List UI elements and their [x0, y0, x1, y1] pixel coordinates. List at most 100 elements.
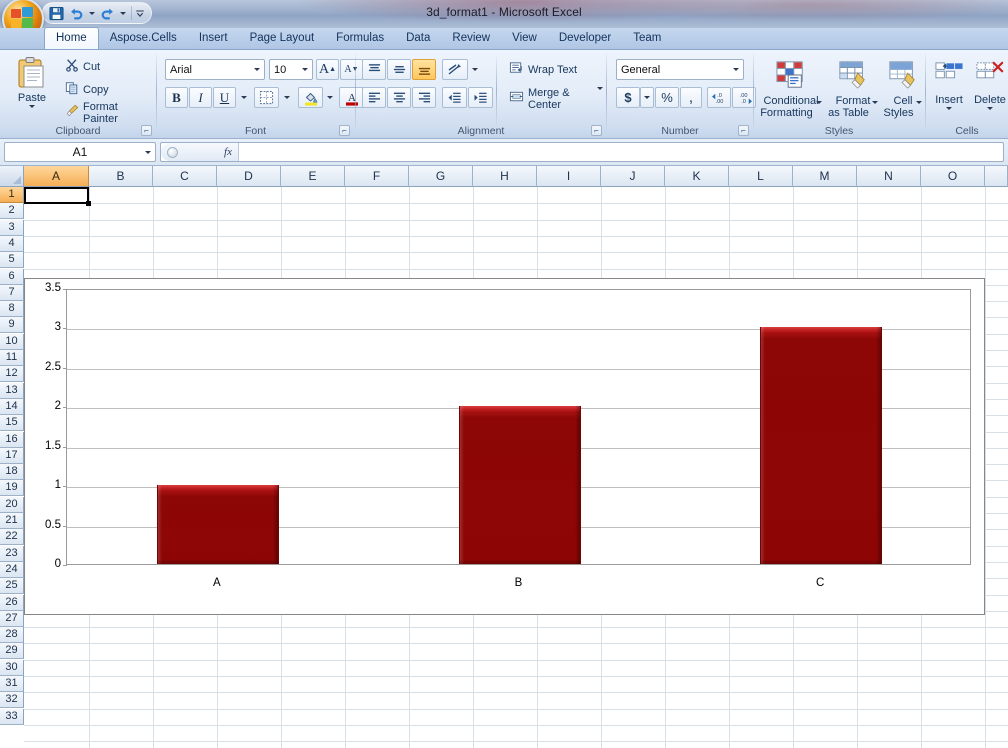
delete-cells-button[interactable]: Delete: [970, 56, 1008, 122]
fill-color-dropdown-arrow-icon[interactable]: [324, 87, 336, 108]
row-header-23[interactable]: 23: [0, 545, 24, 562]
row-header-26[interactable]: 26: [0, 594, 24, 611]
column-header-d[interactable]: D: [217, 166, 281, 187]
align-bottom-button[interactable]: [412, 59, 436, 80]
row-header-33[interactable]: 33: [0, 708, 24, 725]
row-header-8[interactable]: 8: [0, 301, 24, 318]
column-header-i[interactable]: I: [537, 166, 601, 187]
percent-button[interactable]: %: [655, 87, 679, 108]
row-header-28[interactable]: 28: [0, 627, 24, 644]
tab-formulas[interactable]: Formulas: [325, 28, 395, 49]
row-header-7[interactable]: 7: [0, 284, 24, 301]
borders-button[interactable]: [254, 87, 279, 108]
font-dialog-launcher-icon[interactable]: ⌐: [339, 125, 350, 136]
row-header-14[interactable]: 14: [0, 398, 24, 415]
row-header-27[interactable]: 27: [0, 610, 24, 627]
customize-qat-icon[interactable]: [135, 4, 145, 22]
row-header-21[interactable]: 21: [0, 513, 24, 529]
row-header-32[interactable]: 32: [0, 692, 24, 709]
row-header-13[interactable]: 13: [0, 382, 24, 399]
tab-team[interactable]: Team: [622, 28, 672, 49]
row-header-15[interactable]: 15: [0, 415, 24, 432]
conditional-formatting-dropdown-arrow-icon[interactable]: [815, 101, 822, 121]
row-header-9[interactable]: 9: [0, 317, 24, 334]
align-top-button[interactable]: [362, 59, 386, 80]
row-header-6[interactable]: 6: [0, 268, 24, 285]
font-name-dropdown-arrow-icon[interactable]: [249, 60, 264, 79]
chart-plot-area[interactable]: [66, 289, 971, 565]
align-middle-button[interactable]: [387, 59, 411, 80]
tab-developer[interactable]: Developer: [548, 28, 622, 49]
column-header-e[interactable]: E: [281, 166, 345, 187]
row-header-11[interactable]: 11: [0, 350, 24, 366]
comma-style-button[interactable]: ,: [680, 87, 702, 108]
save-icon[interactable]: [47, 4, 66, 22]
wrap-text-button[interactable]: Wrap Text: [506, 61, 602, 79]
column-header-f[interactable]: F: [345, 166, 409, 187]
row-header-10[interactable]: 10: [0, 333, 24, 350]
bold-button[interactable]: B: [165, 87, 188, 108]
currency-button[interactable]: $: [616, 87, 640, 108]
tab-home[interactable]: Home: [44, 27, 99, 49]
row-header-3[interactable]: 3: [0, 219, 24, 236]
paste-button[interactable]: Paste: [6, 54, 58, 128]
column-header-l[interactable]: L: [729, 166, 793, 187]
alignment-dialog-launcher-icon[interactable]: ⌐: [591, 125, 602, 136]
column-header-n[interactable]: N: [857, 166, 921, 187]
conditional-formatting-button[interactable]: Conditional Formatting: [758, 56, 824, 122]
insert-cells-dropdown-arrow-icon[interactable]: [930, 107, 968, 110]
redo-icon[interactable]: [98, 4, 117, 22]
chart-bar-c[interactable]: [760, 327, 882, 564]
merge-center-dropdown-arrow-icon[interactable]: [597, 87, 603, 108]
cell-styles-button[interactable]: Cell Styles: [881, 56, 925, 122]
orientation-button[interactable]: [442, 59, 468, 80]
increase-indent-button[interactable]: [468, 87, 493, 108]
tab-review[interactable]: Review: [441, 28, 501, 49]
row-header-16[interactable]: 16: [0, 431, 24, 448]
column-header-j[interactable]: J: [601, 166, 665, 187]
row-header-22[interactable]: 22: [0, 529, 24, 546]
column-header-o[interactable]: O: [921, 166, 985, 187]
undo-dropdown-arrow-icon[interactable]: [87, 4, 97, 22]
row-header-5[interactable]: 5: [0, 252, 24, 269]
font-size-dropdown-arrow-icon[interactable]: [297, 60, 312, 79]
formula-input[interactable]: fx: [160, 142, 1004, 162]
column-header-m[interactable]: M: [793, 166, 857, 187]
grow-font-button[interactable]: A ▲: [316, 59, 339, 80]
active-cell-selection[interactable]: [24, 187, 91, 206]
tab-data[interactable]: Data: [395, 28, 441, 49]
row-header-20[interactable]: 20: [0, 496, 24, 513]
row-header-19[interactable]: 19: [0, 480, 24, 497]
increase-decimal-button[interactable]: .0 .00: [707, 87, 731, 108]
format-as-table-button[interactable]: Format as Table: [826, 56, 880, 122]
orientation-dropdown-arrow-icon[interactable]: [469, 59, 481, 80]
insert-cells-button[interactable]: Insert: [929, 56, 969, 122]
tab-aspose-cells[interactable]: Aspose.Cells: [99, 28, 188, 49]
cell-styles-dropdown-arrow-icon[interactable]: [916, 101, 923, 121]
column-header-b[interactable]: B: [89, 166, 153, 187]
column-header-g[interactable]: G: [409, 166, 473, 187]
currency-dropdown-arrow-icon[interactable]: [640, 87, 654, 108]
align-right-button[interactable]: [412, 87, 436, 108]
row-header-29[interactable]: 29: [0, 643, 24, 660]
underline-dropdown-arrow-icon[interactable]: [237, 87, 250, 108]
tab-page-layout[interactable]: Page Layout: [239, 28, 326, 49]
clipboard-dialog-launcher-icon[interactable]: ⌐: [141, 125, 152, 136]
row-header-2[interactable]: 2: [0, 203, 24, 220]
select-all-corner[interactable]: [0, 166, 24, 187]
row-header-24[interactable]: 24: [0, 561, 24, 578]
number-dialog-launcher-icon[interactable]: ⌐: [738, 125, 749, 136]
copy-button[interactable]: Copy: [62, 81, 150, 99]
format-as-table-dropdown-arrow-icon[interactable]: [871, 101, 878, 121]
cut-button[interactable]: Cut: [62, 58, 150, 76]
paste-dropdown-arrow-icon[interactable]: [6, 105, 58, 108]
italic-button[interactable]: I: [189, 87, 212, 108]
number-format-dropdown-arrow-icon[interactable]: [728, 60, 743, 79]
merge-center-button[interactable]: Merge & Center: [506, 87, 606, 111]
row-header-17[interactable]: 17: [0, 447, 24, 464]
align-left-button[interactable]: [362, 87, 386, 108]
font-name-combo[interactable]: Arial: [165, 59, 265, 80]
row-header-30[interactable]: 30: [0, 659, 24, 676]
undo-icon[interactable]: [67, 4, 86, 22]
decrease-indent-button[interactable]: [442, 87, 467, 108]
